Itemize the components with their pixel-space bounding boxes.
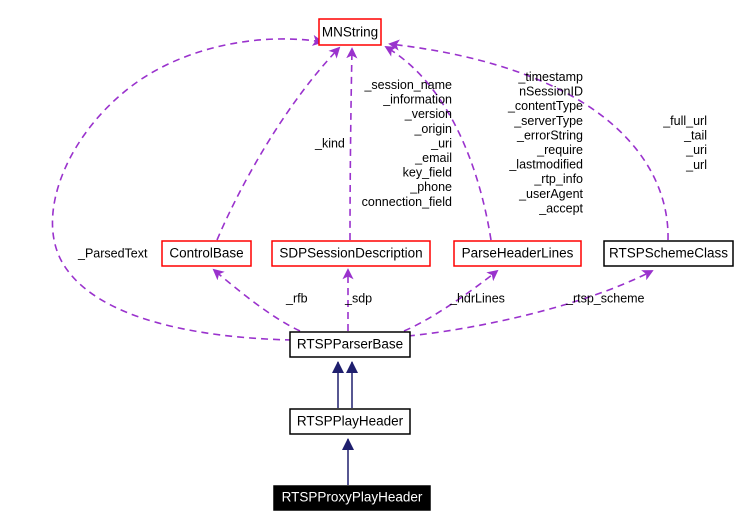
edge-label-parsedtext: _ParsedText	[77, 246, 148, 260]
class-label-rtspproxyplayheader: RTSPProxyPlayHeader	[282, 490, 423, 505]
class-node-mnstring[interactable]: MNString	[318, 18, 382, 46]
class-node-rtspschemeclass[interactable]: RTSPSchemeClass	[603, 240, 734, 267]
edge-label-sdp: _sdp	[344, 291, 372, 305]
class-node-controlbase[interactable]: ControlBase	[161, 240, 252, 267]
class-node-sdpsessiondescription[interactable]: SDPSessionDescription	[271, 240, 431, 267]
class-label-rtspplayheader: RTSPPlayHeader	[297, 414, 404, 429]
class-label-controlbase: ControlBase	[169, 246, 243, 261]
class-label-rtspparserbase: RTSPParserBase	[297, 337, 403, 352]
edge-label-hdrlines: _hdrLines	[449, 291, 505, 305]
uml-collaboration-diagram: MNString ControlBase SDPSessionDescripti…	[51, 18, 734, 511]
class-node-parseheaderlines[interactable]: ParseHeaderLines	[453, 240, 582, 267]
edge-label-kind: _kind	[314, 136, 345, 150]
class-label-parseheaderlines: ParseHeaderLines	[462, 246, 574, 261]
field-stack-sdp-fields: _session_name _information _version _origin…	[362, 78, 452, 209]
class-label-sdpsessiondescription: SDPSessionDescription	[279, 246, 422, 261]
class-label-mnstring: MNString	[322, 25, 378, 40]
edge-sdp-fields	[346, 47, 358, 241]
class-node-rtspplayheader[interactable]: RTSPPlayHeader	[289, 408, 411, 435]
uml-diagram-canvas: MNString ControlBase SDPSessionDescripti…	[0, 0, 738, 528]
edge-label-rfb: _rfb	[285, 291, 308, 305]
class-label-rtspschemeclass: RTSPSchemeClass	[609, 246, 728, 261]
class-node-rtspparserbase[interactable]: RTSPParserBase	[289, 331, 411, 358]
edge-label-rtsp-scheme: _rtsp_scheme	[565, 291, 645, 305]
edge-parsedtext	[51, 34, 324, 341]
field-stack-scheme-fields: _full_url _tail _uri _url	[662, 114, 707, 172]
class-node-rtspproxyplayheader[interactable]: RTSPProxyPlayHeader	[273, 485, 431, 511]
field-stack-hdr-fields: _timestamp nSessionID _contentType _serverT…	[507, 70, 584, 215]
